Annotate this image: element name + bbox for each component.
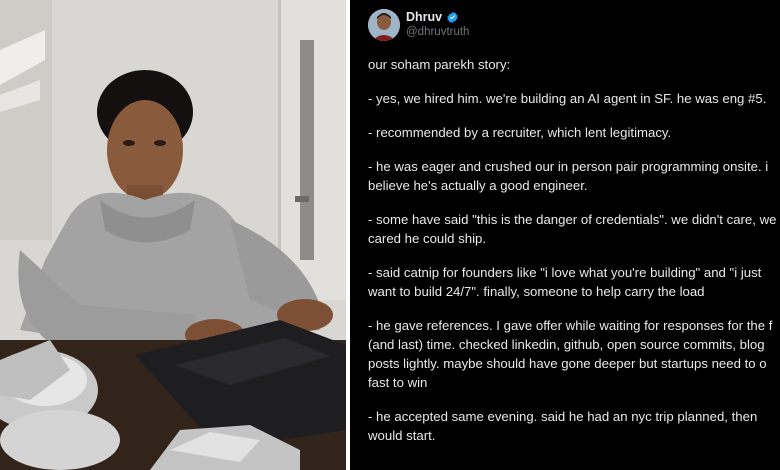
tweet-paragraph: - yes, we hired him. we're building an A… <box>368 89 780 108</box>
tweet-paragraph: - he accepted same evening. said he had … <box>368 407 780 445</box>
tweet-paragraph: - he gave references. I gave offer while… <box>368 316 780 392</box>
tweet-paragraph: - he was eager and crushed our in person… <box>368 157 780 195</box>
tweet-paragraph: our soham parekh story: <box>368 55 780 74</box>
tweet-line: - he gave references. I gave offer while… <box>368 318 773 333</box>
author-handle[interactable]: @dhruvtruth <box>406 26 469 38</box>
photo <box>0 0 346 470</box>
tweet-line: - he accepted same evening. said he had … <box>368 409 758 424</box>
tweet-line: want to build 24/7". finally, someone to… <box>368 284 705 299</box>
avatar-image <box>368 9 400 41</box>
tweet-line: our soham parekh story: <box>368 57 511 72</box>
tweet-line: - some have said "this is the danger of … <box>368 212 777 227</box>
tweet-line: fast to win <box>368 375 428 390</box>
tweet-paragraph: - recommended by a recruiter, which lent… <box>368 123 780 142</box>
tweet-paragraph: - some have said "this is the danger of … <box>368 210 780 248</box>
author-name[interactable]: Dhruv <box>406 10 442 24</box>
tweet-line: - yes, we hired him. we're building an A… <box>368 91 767 106</box>
tweet-text: our soham parekh story: - yes, we hired … <box>368 55 780 460</box>
tweet-line: (and last) time. checked linkedin, githu… <box>368 337 765 352</box>
photo-illustration <box>0 0 346 470</box>
tweet-card: Dhruv @dhruvtruth our soham parekh story… <box>350 0 780 470</box>
tweet-line: - he was eager and crushed our in person… <box>368 159 769 174</box>
tweet-line: - recommended by a recruiter, which lent… <box>368 125 672 140</box>
tweet-line: - said catnip for founders like "i love … <box>368 265 762 280</box>
tweet-line: cared he could ship. <box>368 231 487 246</box>
verified-badge-icon <box>447 11 458 24</box>
tweet-line: posts lightly. maybe should have gone de… <box>368 356 767 371</box>
tweet-line: would start. <box>368 428 436 443</box>
tweet-paragraph: - said catnip for founders like "i love … <box>368 263 780 301</box>
author-avatar[interactable] <box>368 9 400 41</box>
tweet-line: believe he's actually a good engineer. <box>368 178 588 193</box>
